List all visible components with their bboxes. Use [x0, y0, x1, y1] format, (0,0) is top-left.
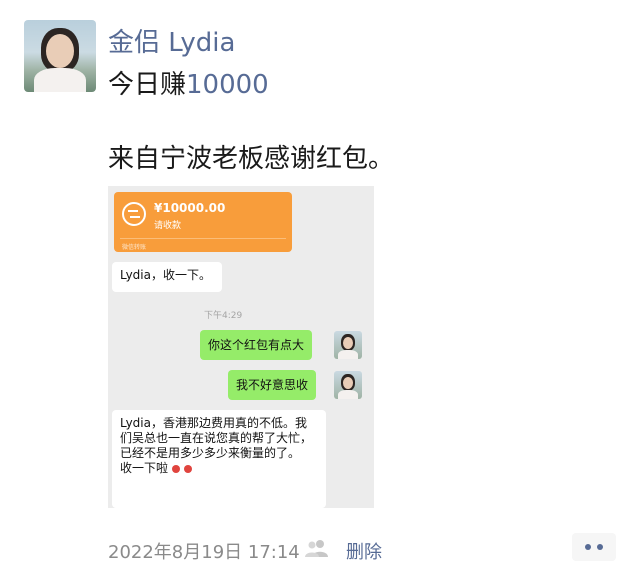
- author-avatar[interactable]: [24, 20, 96, 92]
- chat-message-text: Lydia，香港那边费用真的不低。我们吴总也一直在说您真的帮了大忙，已经不是用多…: [120, 416, 313, 460]
- chat-message-incoming: Lydia，香港那边费用真的不低。我们吴总也一直在说您真的帮了大忙，已经不是用多…: [112, 410, 326, 508]
- flower-icon: [184, 464, 193, 473]
- flower-icon: [172, 464, 181, 473]
- chat-avatar: [334, 331, 362, 359]
- people-icon: [305, 540, 328, 557]
- post-caption-line1: 今日赚10000: [108, 64, 269, 101]
- more-button[interactable]: [572, 533, 616, 561]
- chat-time: 下午4:29: [204, 311, 243, 321]
- post-timestamp: 2022年8月19日 17:14: [108, 542, 300, 563]
- transfer-action: 请收款: [154, 221, 182, 231]
- author-name[interactable]: 金侣 Lydia: [108, 22, 235, 59]
- caption-prefix: 今日赚: [108, 70, 187, 100]
- post-caption-line2: 来自宁波老板感谢红包。: [108, 144, 395, 174]
- chat-avatar: [334, 371, 362, 399]
- more-icon: [585, 544, 591, 550]
- transfer-icon: [122, 202, 146, 226]
- transfer-divider: [120, 238, 286, 239]
- chat-message-incoming: Lydia，收一下。: [112, 262, 222, 292]
- caption-amount: 10000: [186, 70, 269, 100]
- transfer-card: ¥10000.00 请收款 微信转账: [114, 192, 292, 252]
- chat-message-outgoing: 我不好意思收: [228, 370, 317, 400]
- delete-link[interactable]: 删除: [346, 538, 382, 564]
- more-icon: [597, 544, 603, 550]
- chat-message-text: 收一下啦: [120, 461, 318, 476]
- post-image[interactable]: ¥10000.00 请收款 微信转账 Lydia，收一下。 下午4:29 你这个…: [108, 186, 374, 508]
- chat-message-outgoing: 你这个红包有点大: [200, 330, 313, 360]
- transfer-amount: ¥10000.00: [154, 201, 226, 215]
- transfer-source: 微信转账: [122, 244, 147, 251]
